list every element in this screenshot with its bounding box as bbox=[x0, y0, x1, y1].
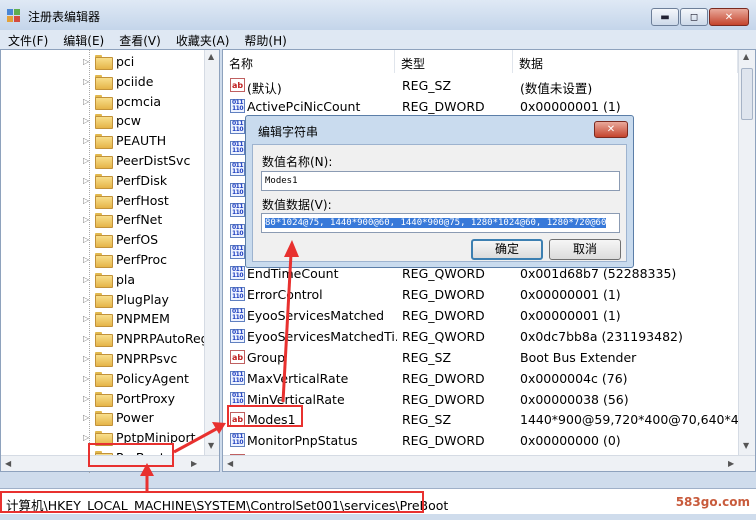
arrow-head-icon bbox=[140, 463, 154, 476]
annotation-arrows bbox=[140, 240, 299, 491]
arrow-head-icon bbox=[284, 240, 299, 257]
registry-editor-window: 注册表编辑器 ▬ ◻ ✕ 文件(F) 编辑(E) 查看(V) 收藏夹(A) 帮助… bbox=[0, 0, 756, 520]
arrow-head-icon bbox=[212, 422, 226, 434]
arrow-to-dialog bbox=[281, 253, 293, 403]
arrow-to-modes1 bbox=[173, 426, 219, 454]
